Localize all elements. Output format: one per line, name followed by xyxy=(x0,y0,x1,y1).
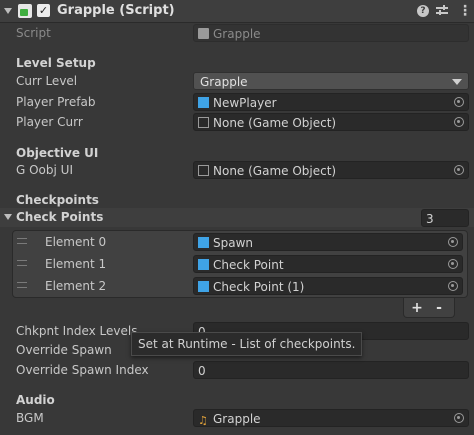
foldout-arrow-icon[interactable] xyxy=(4,214,12,220)
chkpnt-index-levels-label: Chkpnt Index Levels xyxy=(16,324,138,338)
bgm-label: BGM xyxy=(16,411,44,425)
object-picker-icon[interactable] xyxy=(448,259,458,269)
script-field: Grapple xyxy=(193,24,469,42)
player-prefab-value: NewPlayer xyxy=(213,96,277,110)
curr-level-dropdown[interactable]: Grapple xyxy=(193,72,469,90)
object-picker-icon[interactable] xyxy=(454,413,464,423)
script-label: Script xyxy=(16,26,51,40)
player-prefab-label: Player Prefab xyxy=(16,95,96,109)
bgm-value: Grapple xyxy=(213,412,261,426)
element-1-label: Element 1 xyxy=(45,257,107,271)
object-picker-icon[interactable] xyxy=(454,117,464,127)
curr-level-label: Curr Level xyxy=(16,74,78,88)
foldout-arrow-icon[interactable] xyxy=(4,8,12,14)
override-spawn-label: Override Spawn xyxy=(16,343,112,357)
objective-ui-heading: Objective UI xyxy=(16,146,99,160)
prefab-icon xyxy=(198,259,209,270)
level-setup-heading: Level Setup xyxy=(16,56,96,70)
drag-handle-icon[interactable] xyxy=(17,282,27,288)
presets-icon[interactable] xyxy=(436,5,448,17)
element-0-field[interactable]: Spawn xyxy=(193,233,463,251)
object-picker-icon[interactable] xyxy=(448,237,458,247)
override-spawn-index-field[interactable]: 0 xyxy=(193,361,469,379)
check-points-label: Check Points xyxy=(16,210,104,224)
check-points-count[interactable]: 3 xyxy=(421,209,469,227)
player-curr-value: None (Game Object) xyxy=(213,116,337,130)
game-object-icon xyxy=(198,165,209,176)
element-2-value: Check Point (1) xyxy=(213,280,305,294)
element-0-value: Spawn xyxy=(213,236,254,250)
element-0-label: Element 0 xyxy=(45,235,107,249)
element-1-field[interactable]: Check Point xyxy=(193,255,463,273)
g-oobj-ui-label: G Oobj UI xyxy=(16,163,73,177)
component-title: Grapple (Script) xyxy=(57,3,175,18)
enabled-checkbox[interactable]: ✓ xyxy=(37,4,50,17)
audio-clip-icon: ♫ xyxy=(198,414,208,427)
element-1-value: Check Point xyxy=(213,258,284,272)
object-picker-icon[interactable] xyxy=(454,165,464,175)
curr-level-value: Grapple xyxy=(200,75,248,89)
prefab-icon xyxy=(198,281,209,292)
drag-handle-icon[interactable] xyxy=(17,260,27,266)
g-oobj-ui-value: None (Game Object) xyxy=(213,164,337,178)
drag-handle-icon[interactable] xyxy=(17,238,27,244)
tooltip: Set at Runtime - List of checkpoints. xyxy=(131,332,363,356)
player-curr-label: Player Curr xyxy=(16,115,83,129)
player-curr-field[interactable]: None (Game Object) xyxy=(193,113,469,131)
player-prefab-field[interactable]: NewPlayer xyxy=(193,93,469,111)
game-object-icon xyxy=(198,117,209,128)
prefab-icon xyxy=(198,237,209,248)
override-spawn-index-label: Override Spawn Index xyxy=(16,363,149,377)
chevron-down-icon xyxy=(452,79,462,85)
script-icon xyxy=(18,4,32,18)
element-2-field[interactable]: Check Point (1) xyxy=(193,277,463,295)
more-menu-icon[interactable]: ⋮ xyxy=(458,3,472,19)
object-picker-icon[interactable] xyxy=(454,97,464,107)
remove-element-button[interactable]: - xyxy=(430,299,448,317)
object-picker-icon[interactable] xyxy=(448,281,458,291)
add-element-button[interactable]: + xyxy=(408,299,426,317)
bgm-field[interactable]: ♫ Grapple xyxy=(193,409,469,427)
help-icon[interactable]: ? xyxy=(417,5,429,17)
prefab-icon xyxy=(198,97,209,108)
g-oobj-ui-field[interactable]: None (Game Object) xyxy=(193,161,469,179)
checkpoints-heading: Checkpoints xyxy=(16,193,99,207)
script-file-icon xyxy=(198,28,209,39)
audio-heading: Audio xyxy=(16,393,55,407)
element-2-label: Element 2 xyxy=(45,279,107,293)
script-value: Grapple xyxy=(213,27,261,41)
